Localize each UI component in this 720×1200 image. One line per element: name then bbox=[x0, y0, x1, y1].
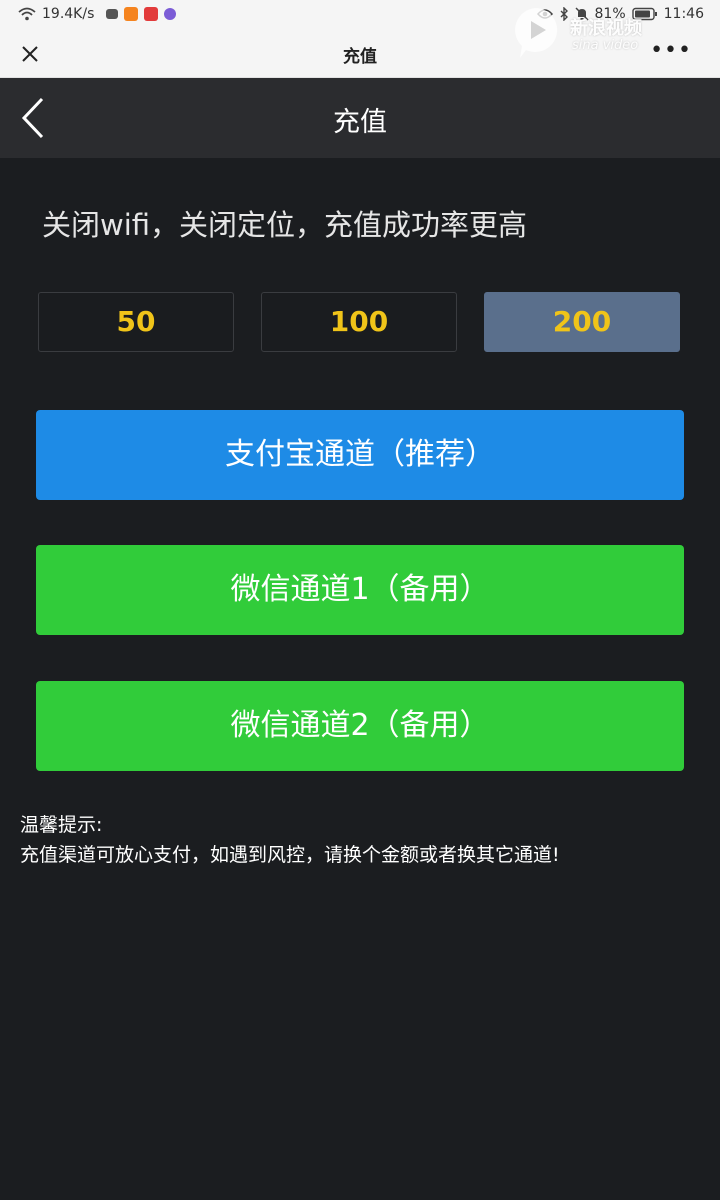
status-left: 19.4K/s bbox=[18, 6, 177, 22]
sina-video-watermark: 新浪视频 sina video bbox=[510, 2, 680, 62]
notice-text: 充值渠道可放心支付，如遇到风控，请换个金额或者换其它通道! bbox=[20, 844, 560, 866]
wechat-channel-2-button[interactable]: 微信通道2（备用） bbox=[36, 681, 684, 771]
page-title: 充值 bbox=[333, 107, 387, 138]
chevron-left-icon bbox=[21, 97, 44, 139]
amount-option-200[interactable]: 200 bbox=[484, 292, 680, 352]
orange-app-icon bbox=[124, 7, 139, 21]
video-call-app-icon bbox=[106, 9, 119, 19]
network-speed: 19.4K/s bbox=[42, 6, 95, 22]
amount-option-100[interactable]: 100 bbox=[261, 292, 457, 352]
watermark-subtext: sina video bbox=[572, 38, 639, 53]
back-button[interactable] bbox=[14, 96, 58, 140]
alipay-channel-button[interactable]: 支付宝通道（推荐） bbox=[36, 410, 684, 500]
page-header: 充值 bbox=[0, 78, 720, 158]
wifi-icon bbox=[18, 7, 36, 21]
wechat-channel-1-button[interactable]: 微信通道1（备用） bbox=[36, 545, 684, 635]
music-app-icon bbox=[164, 8, 177, 20]
red-app-icon bbox=[144, 7, 159, 21]
watermark-text: 新浪视频 bbox=[570, 18, 642, 39]
sina-video-logo-icon bbox=[510, 4, 562, 60]
success-rate-tip: 关闭wifi，关闭定位，充值成功率更高 bbox=[42, 208, 528, 242]
amount-option-50[interactable]: 50 bbox=[38, 292, 234, 352]
notice-title: 温馨提示: bbox=[20, 814, 103, 836]
